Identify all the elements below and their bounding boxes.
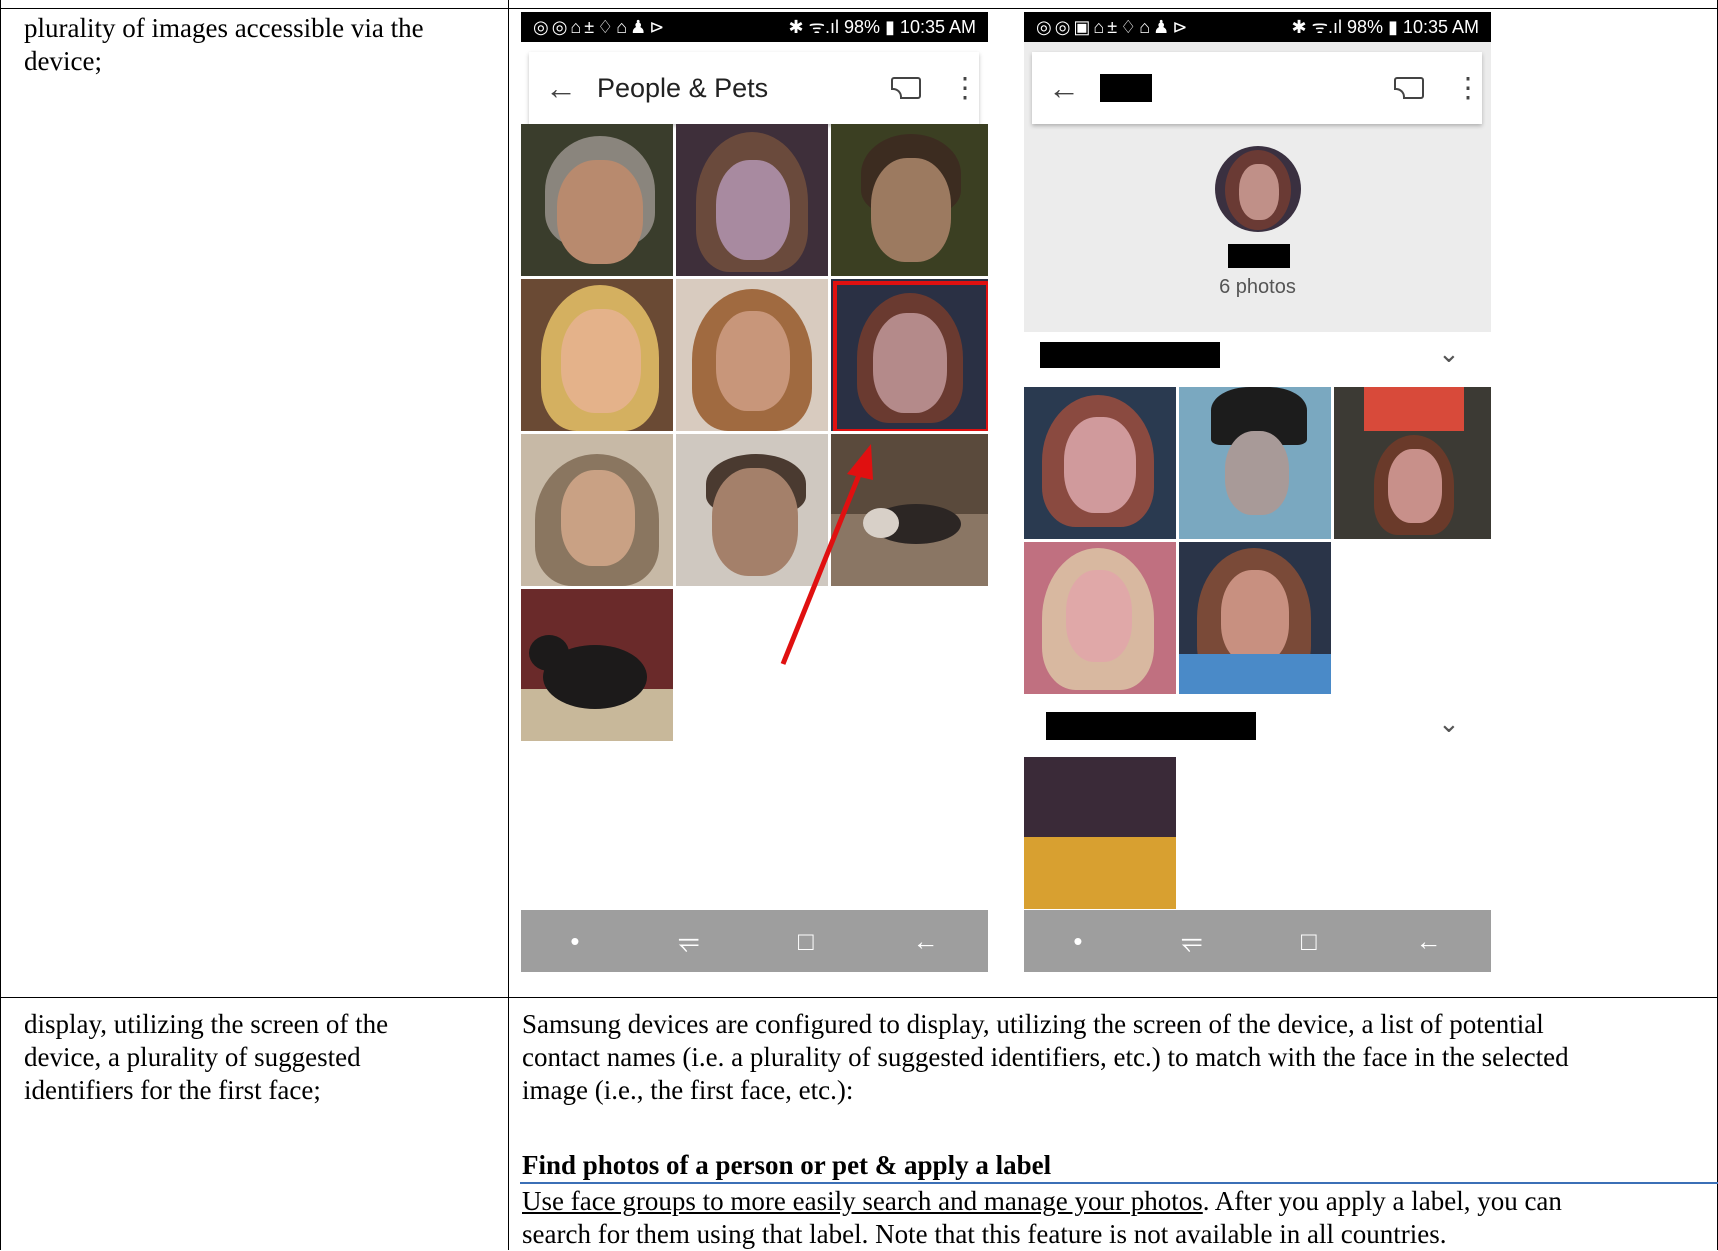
row2-claim-text: display, utilizing the screen of the dev… bbox=[24, 1008, 388, 1107]
row2-evidence-text: Samsung devices are configured to displa… bbox=[522, 1008, 1569, 1107]
person-detail-screen: ◎◎▣⌂±♢⌂♟⊳ ✱ ᯤ.ıl 98% ▮ 10:35 AM ← ⋮ 6 ph… bbox=[1024, 12, 1491, 972]
more-vert-icon[interactable]: ⋮ bbox=[1454, 74, 1482, 102]
android-nav-bar: • ⥫ □ ← bbox=[521, 910, 988, 972]
profile-avatar[interactable] bbox=[1215, 146, 1301, 232]
heading-rule bbox=[520, 1182, 1718, 1184]
group-photo-thumbnail[interactable] bbox=[1024, 757, 1176, 909]
redacted-section-title bbox=[1046, 712, 1256, 740]
photo-thumbnail[interactable] bbox=[1334, 387, 1491, 539]
nav-back-icon[interactable]: ← bbox=[913, 926, 939, 957]
row2-line2: device, a plurality of suggested bbox=[24, 1042, 361, 1072]
red-arrow-icon bbox=[780, 444, 873, 665]
help-last-line: search for them using that label. Note t… bbox=[522, 1219, 1447, 1249]
help-paragraph: Use face groups to more easily search an… bbox=[522, 1185, 1562, 1251]
nav-dot-icon[interactable]: • bbox=[1073, 926, 1082, 957]
back-arrow-icon[interactable]: ← bbox=[1048, 70, 1100, 107]
face-groups-link[interactable]: Use face groups to more easily search an… bbox=[522, 1186, 1203, 1216]
row1-line2: device; bbox=[24, 46, 102, 76]
chevron-down-icon[interactable]: ⌄ bbox=[1438, 708, 1460, 739]
cast-icon[interactable] bbox=[1394, 77, 1424, 99]
redacted-label bbox=[1228, 244, 1290, 268]
nav-home-icon[interactable]: □ bbox=[1301, 926, 1317, 957]
people-pets-screen: ◎◎⌂±♢⌂♟⊳ ✱ ᯤ.ıl 98% ▮ 10:35 AM ← People … bbox=[521, 12, 988, 972]
nav-dot-icon[interactable]: • bbox=[570, 926, 579, 957]
column-divider bbox=[508, 0, 509, 1250]
row2-line1: display, utilizing the screen of the bbox=[24, 1009, 389, 1039]
row-divider bbox=[0, 997, 1718, 998]
table-left-border bbox=[0, 0, 1, 1250]
evidence-line3: image (i.e., the first face, etc.): bbox=[522, 1075, 854, 1105]
evidence-line2: contact names (i.e. a plurality of sugge… bbox=[522, 1042, 1569, 1072]
photo-thumbnail[interactable] bbox=[1024, 387, 1176, 539]
row2-line3: identifiers for the first face; bbox=[24, 1075, 321, 1105]
status-bar: ◎◎▣⌂±♢⌂♟⊳ ✱ ᯤ.ıl 98% ▮ 10:35 AM bbox=[1024, 12, 1491, 42]
section-heading: Find photos of a person or pet & apply a… bbox=[522, 1150, 1052, 1180]
nav-back-icon[interactable]: ← bbox=[1416, 926, 1442, 957]
nav-recents-icon[interactable]: ⥫ bbox=[678, 925, 699, 957]
table-top-border bbox=[0, 8, 1718, 9]
notification-icons: ◎◎▣⌂±♢⌂♟⊳ bbox=[1036, 16, 1191, 37]
nav-home-icon[interactable]: □ bbox=[798, 926, 814, 957]
nav-recents-icon[interactable]: ⥫ bbox=[1181, 925, 1202, 957]
photo-thumbnail[interactable] bbox=[1179, 542, 1331, 694]
photo-thumbnail[interactable] bbox=[1024, 542, 1176, 694]
chevron-down-icon[interactable]: ⌄ bbox=[1438, 338, 1460, 369]
photo-count: 6 photos bbox=[1219, 276, 1296, 298]
row1-line1: plurality of images accessible via the bbox=[24, 13, 424, 43]
help-text-after-link: . After you apply a label, you can bbox=[1202, 1186, 1562, 1216]
redacted-section-title bbox=[1040, 342, 1220, 368]
android-nav-bar: • ⥫ □ ← bbox=[1024, 910, 1491, 972]
app-bar: ← ⋮ bbox=[1032, 52, 1482, 124]
redacted-name bbox=[1100, 74, 1152, 102]
photo-thumbnail[interactable] bbox=[1179, 387, 1331, 539]
evidence-line1: Samsung devices are configured to displa… bbox=[522, 1009, 1544, 1039]
status-right: ✱ ᯤ.ıl 98% ▮ 10:35 AM bbox=[1291, 17, 1479, 37]
row1-claim-text: plurality of images accessible via the d… bbox=[24, 12, 424, 78]
